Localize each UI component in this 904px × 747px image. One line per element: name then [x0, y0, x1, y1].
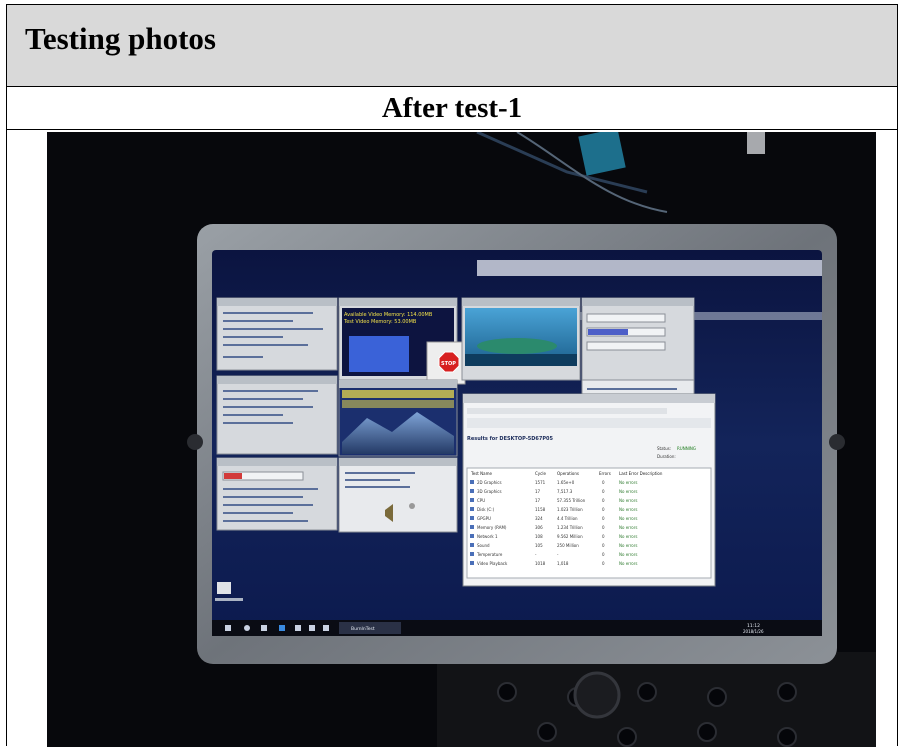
result-cell-desc: No errors	[619, 543, 637, 548]
result-cell-name: Temperature	[476, 552, 503, 557]
test-photo: Available Video Memory: 114.00MB Test Vi…	[47, 132, 876, 747]
result-cell-name: 3D Graphics	[477, 489, 502, 494]
result-row-icon	[470, 498, 474, 502]
result-cell-name: Disk (C:)	[477, 507, 495, 512]
status-label: Status:	[657, 446, 671, 451]
result-cell-cycle: 1158	[535, 507, 546, 512]
results-col-name: Test Name	[470, 471, 492, 476]
result-cell-name: Network 1	[477, 534, 498, 539]
video-memory-line-1: Available Video Memory: 114.00MB	[344, 312, 433, 318]
result-cell-cycle: 17	[535, 489, 541, 494]
result-row-icon	[470, 534, 474, 538]
taskbar-app-label: BurnInTest	[351, 626, 375, 632]
result-cell-ops: 250 Million	[557, 543, 579, 548]
result-row-icon	[470, 525, 474, 529]
result-cell-name: CPU	[477, 498, 485, 503]
photo-cell: Available Video Memory: 114.00MB Test Vi…	[7, 130, 897, 747]
result-cell-cycle: 1018	[535, 561, 546, 566]
result-cell-cycle: 1571	[535, 480, 546, 485]
stop-sign-label: STOP	[441, 361, 456, 367]
status-value: RUNNING	[677, 446, 696, 451]
result-cell-ops: 57.355 Trillion	[557, 498, 586, 503]
subtitle-row: After test-1	[7, 87, 897, 130]
result-cell-ops: 1,018	[557, 561, 569, 566]
result-cell-desc: No errors	[619, 534, 637, 539]
result-cell-desc: No errors	[619, 489, 637, 494]
result-cell-name: Video Playback	[477, 561, 508, 566]
results-col-cycle: Cycle	[535, 471, 546, 476]
result-row-icon	[470, 543, 474, 547]
result-cell-name: Memory (RAM)	[477, 525, 507, 530]
document-title: Testing photos	[25, 20, 216, 56]
result-cell-desc: No errors	[619, 525, 637, 530]
result-row-icon	[470, 489, 474, 493]
result-cell-ops: 9.562 Million	[557, 534, 583, 539]
result-cell-ops: 1.65e+0	[557, 480, 575, 485]
result-cell-desc: No errors	[619, 552, 637, 557]
result-cell-ops: 4.4 Trillion	[557, 516, 578, 521]
result-cell-name: GPGPU	[477, 516, 491, 521]
result-cell-desc: No errors	[619, 561, 637, 566]
section-heading: After test-1	[381, 91, 523, 124]
result-row-icon	[470, 552, 474, 556]
duration-label: Duration:	[657, 454, 676, 459]
result-row-icon	[470, 561, 474, 565]
result-row-icon	[470, 516, 474, 520]
results-col-errors: Errors	[599, 471, 611, 476]
result-cell-desc: No errors	[619, 498, 637, 503]
result-cell-ops: 1.234 Trillion	[557, 525, 583, 530]
result-cell-ops: 1.023 Trillion	[557, 507, 583, 512]
result-cell-desc: No errors	[619, 480, 637, 485]
document-table: Testing photos After test-1 Available Vi…	[6, 4, 898, 747]
result-cell-cycle: 108	[535, 534, 543, 539]
video-memory-line-2: Test Video Memory: 53.00MB	[343, 319, 417, 325]
result-cell-cycle: 306	[535, 525, 543, 530]
result-cell-cycle: 105	[535, 543, 543, 548]
taskbar-date: 2018/1/26	[743, 629, 764, 634]
result-cell-name: Sound	[477, 543, 490, 548]
results-col-ops: Operations	[557, 471, 579, 476]
result-row-icon	[470, 480, 474, 484]
result-cell-name: 2D Graphics	[477, 480, 502, 485]
photo-illustration: Available Video Memory: 114.00MB Test Vi…	[47, 132, 876, 747]
result-row-icon	[470, 507, 474, 511]
results-col-desc: Last Error Description	[619, 471, 663, 476]
result-cell-desc: No errors	[619, 507, 637, 512]
result-cell-cycle: 324	[535, 516, 543, 521]
result-cell-ops: 7,517.3	[557, 489, 573, 494]
result-cell-cycle: 17	[535, 498, 541, 503]
results-header: Results for DESKTOP-5D67P05	[467, 436, 554, 442]
title-row: Testing photos	[7, 5, 897, 87]
result-cell-desc: No errors	[619, 516, 637, 521]
